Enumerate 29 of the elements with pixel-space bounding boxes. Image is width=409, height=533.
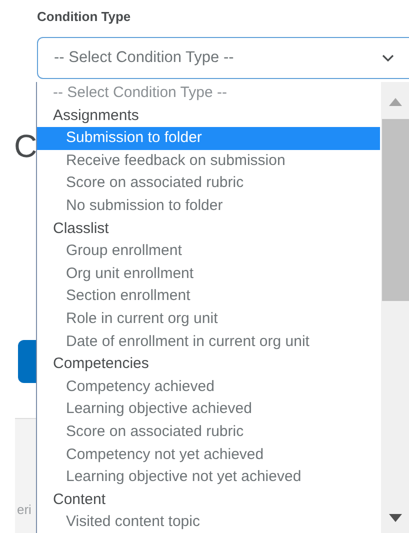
dropdown-option[interactable]: Competency achieved (37, 376, 380, 398)
dropdown-option[interactable]: Submission to folder (37, 127, 380, 150)
footer-text: eri (17, 502, 32, 517)
option-group-label: Classlist (52, 218, 110, 239)
condition-type-select[interactable]: -- Select Condition Type -- (37, 37, 409, 79)
dropdown-option[interactable]: Learning objective achieved (37, 398, 380, 421)
dropdown-option[interactable]: Visited content topic (37, 511, 380, 533)
scroll-up-icon[interactable] (389, 98, 402, 106)
placeholder-option[interactable]: -- Select Condition Type -- (37, 82, 380, 105)
dropdown-option[interactable]: Date of enrollment in current org unit (37, 330, 380, 354)
scrollbar-thumb[interactable] (382, 119, 409, 301)
field-label: Condition Type (37, 9, 131, 24)
dropdown-option[interactable]: Section enrollment (37, 285, 380, 308)
dropdown-option[interactable]: Score on associated rubric (37, 420, 380, 444)
option-group-label: Competencies (52, 354, 150, 374)
option-group-label: Content (52, 490, 107, 510)
chevron-down-icon (382, 54, 394, 62)
page-heading: C (14, 128, 38, 165)
dropdown-option[interactable]: Learning objective not yet achieved (37, 466, 380, 489)
dropdown-option[interactable]: Group enrollment (37, 240, 380, 263)
dropdown-option[interactable]: Competency not yet achieved (37, 444, 380, 466)
dropdown-option[interactable]: Org unit enrollment (37, 262, 380, 286)
option-group-label: Assignments (52, 106, 140, 126)
dropdown-option[interactable]: Receive feedback on submission (37, 150, 380, 172)
dropdown-option[interactable]: Role in current org unit (37, 308, 380, 331)
dropdown-option[interactable]: No submission to folder (37, 194, 380, 218)
scrollbar[interactable] (381, 82, 409, 533)
scroll-down-icon[interactable] (389, 514, 402, 522)
dropdown-option[interactable]: Score on associated rubric (37, 172, 380, 195)
